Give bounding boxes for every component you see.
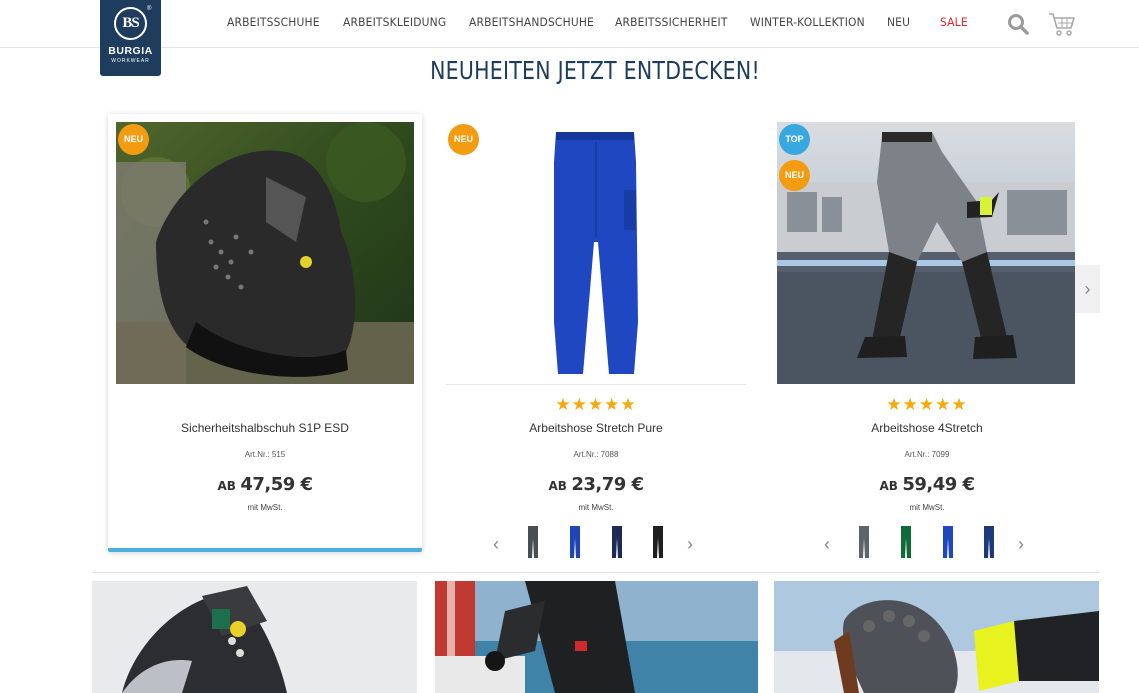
swatch-color-3[interactable] [604, 524, 630, 562]
product-card[interactable]: NEU ★★★★★ Arbeitshose Stretch Pure Art.N… [446, 114, 760, 558]
product-name[interactable]: Arbeitshose 4Stretch [777, 421, 1077, 435]
product-article-number: Art.Nr.: 515 [244, 450, 286, 459]
brand-logo[interactable]: BS ® BURGIA WORKWEAR [100, 0, 161, 76]
nav-item-arbeitsschuhe[interactable]: ARBEITSSCHUHE [227, 15, 320, 31]
swatch-color-2[interactable] [893, 524, 919, 562]
badge-neu: NEU [448, 124, 479, 155]
product-image-shoe[interactable] [116, 122, 414, 384]
product-card[interactable]: TOP NEU ★★★★★ Arbeitshose 4Stretch Art.N… [777, 114, 1091, 558]
badge-top: TOP [779, 124, 810, 155]
section-title: NEUHEITEN JETZT ENTDECKEN! [430, 56, 760, 85]
search-icon[interactable] [1007, 13, 1029, 35]
nav-item-neu[interactable]: NEU [887, 15, 910, 31]
swatch-color-4[interactable] [645, 524, 671, 562]
price-value: 47,59 € [240, 474, 313, 495]
swatch-color-2[interactable] [562, 524, 588, 562]
product-name[interactable]: Sicherheitshalbschuh S1P ESD [108, 421, 422, 435]
cart-icon[interactable] [1048, 11, 1076, 37]
registered-mark: ® [147, 6, 152, 12]
category-tile-gloves[interactable] [774, 581, 1099, 693]
carousel-next-button[interactable]: › [1075, 265, 1100, 313]
price-value: 59,49 € [902, 474, 975, 495]
page: ARBEITSSCHUHE ARBEITSKLEIDUNG ARBEITSHAN… [0, 0, 1139, 693]
rating-stars: ★★★★★ [555, 395, 637, 414]
nav-item-winter-kollektion[interactable]: WINTER-KOLLEKTION [750, 15, 865, 31]
badge-neu: NEU [779, 160, 810, 191]
swatch-color-3[interactable] [935, 524, 961, 562]
product-price: AB 23,79 € [446, 474, 746, 495]
price-vat-note: mit MwSt. [578, 503, 614, 512]
product-article-number: Art.Nr.: 7088 [573, 450, 619, 459]
price-prefix: AB [548, 479, 567, 493]
logo-name: BURGIA [108, 45, 153, 57]
logo-subtitle: WORKWEAR [111, 58, 150, 64]
rating-stars: ★★★★★ [886, 395, 968, 414]
color-swatches: ‹ › [446, 524, 746, 564]
nav-item-arbeitssicherheit[interactable]: ARBEITSSICHERHEIT [615, 15, 728, 31]
logo-mark: BS [114, 7, 147, 40]
product-image-pants-blue[interactable] [446, 122, 744, 384]
chevron-right-icon[interactable]: › [1018, 534, 1024, 554]
active-indicator [108, 548, 422, 552]
swatch-color-4[interactable] [976, 524, 1002, 562]
price-value: 23,79 € [571, 474, 644, 495]
divider [446, 384, 746, 385]
chevron-left-icon[interactable]: ‹ [493, 534, 499, 554]
product-price: AB 47,59 € [108, 474, 422, 495]
product-card[interactable]: NEU Sicherheitshalbschuh S1P ESD Art.Nr.… [108, 114, 422, 552]
nav-item-arbeitskleidung[interactable]: ARBEITSKLEIDUNG [343, 15, 446, 31]
swatch-color-1[interactable] [851, 524, 877, 562]
nav-item-sale[interactable]: SALE [940, 15, 968, 31]
color-swatches: ‹ › [777, 524, 1077, 564]
product-price: AB 59,49 € [777, 474, 1077, 495]
site-header: ARBEITSSCHUHE ARBEITSKLEIDUNG ARBEITSHAN… [0, 0, 1139, 48]
product-article-number: Art.Nr.: 7099 [904, 450, 950, 459]
product-image-pants-grey[interactable] [777, 122, 1075, 384]
category-tile-shoes[interactable] [92, 581, 417, 693]
price-vat-note: mit MwSt. [247, 503, 283, 512]
chevron-left-icon[interactable]: ‹ [824, 534, 830, 554]
price-vat-note: mit MwSt. [909, 503, 945, 512]
product-name[interactable]: Arbeitshose Stretch Pure [446, 421, 746, 435]
price-prefix: AB [879, 479, 898, 493]
chevron-right-icon[interactable]: › [687, 534, 693, 554]
price-prefix: AB [217, 479, 236, 493]
badge-neu: NEU [118, 124, 149, 155]
nav-item-arbeitshandschuhe[interactable]: ARBEITSHANDSCHUHE [469, 15, 594, 31]
section-divider [92, 572, 1100, 573]
category-tile-workwear[interactable] [435, 581, 758, 693]
swatch-color-1[interactable] [520, 524, 546, 562]
